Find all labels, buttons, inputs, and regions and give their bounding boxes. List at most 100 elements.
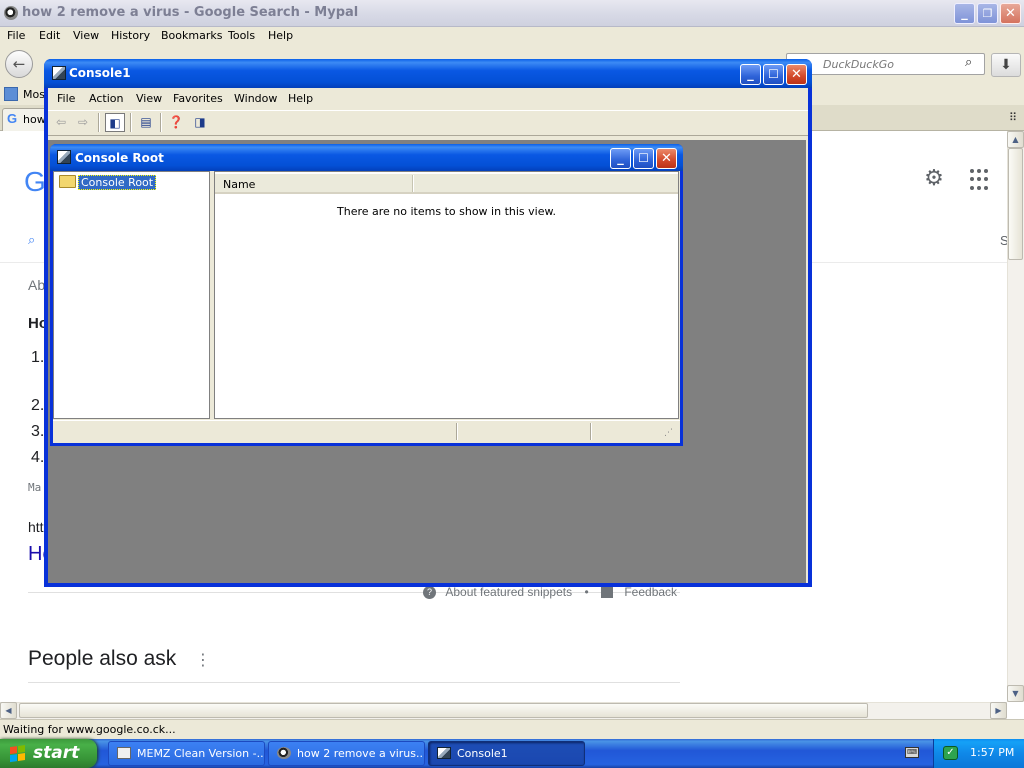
start-button[interactable]: start: [0, 739, 97, 768]
browser-menu-edit[interactable]: Edit: [39, 29, 60, 42]
console-root-title: Console Root: [75, 151, 164, 165]
mypal-app-icon: [4, 6, 18, 20]
browser-menu-history[interactable]: History: [111, 29, 150, 42]
list-number-4: 4.: [31, 449, 45, 466]
taskbar-button-console1[interactable]: Console1: [428, 741, 585, 766]
browser-menu-tools[interactable]: Tools: [228, 29, 255, 42]
console-root-status-bar: [53, 420, 680, 442]
toolbar-separator: [130, 113, 132, 132]
scroll-up-arrow-icon[interactable]: ▲: [1007, 131, 1024, 148]
column-name-header[interactable]: Name: [223, 178, 255, 191]
mypal-icon: [277, 747, 291, 759]
more-options-kebab-icon[interactable]: ⋮: [195, 650, 211, 669]
browser-restore-button[interactable]: ❐: [977, 3, 998, 24]
windows-flag-icon: [10, 745, 26, 763]
magnifier-icon[interactable]: ⌕: [965, 55, 972, 70]
people-also-ask-divider: [28, 682, 680, 683]
browser-window-title: how 2 remove a virus - Google Search - M…: [22, 5, 359, 20]
mmc-menu-window[interactable]: Window: [234, 92, 277, 105]
status-separator: [590, 423, 592, 440]
console1-maximize-button[interactable]: ☐: [763, 64, 784, 85]
start-label: start: [33, 743, 80, 763]
console1-title: Console1: [69, 66, 131, 80]
horizontal-scroll-thumb[interactable]: [19, 703, 868, 718]
list-number-1: 1.: [31, 349, 45, 366]
mmc-app-icon: [52, 66, 66, 80]
mmc-icon: [437, 747, 451, 759]
list-number-2: 2.: [31, 397, 45, 414]
console-root-maximize-button[interactable]: ☐: [633, 148, 654, 169]
console1-minimize-button[interactable]: _: [740, 64, 761, 85]
search-tab-fragment[interactable]: S: [1000, 233, 1007, 248]
console1-titlebar[interactable]: Console1: [44, 59, 812, 88]
console-root-close-button[interactable]: ✕: [656, 148, 677, 169]
browser-menu-bookmarks[interactable]: Bookmarks: [161, 29, 222, 42]
back-arrow-icon[interactable]: ←: [5, 50, 33, 78]
mmc-menu-view[interactable]: View: [136, 92, 162, 105]
list-number-3: 3.: [31, 423, 45, 440]
browser-menu-help[interactable]: Help: [268, 29, 293, 42]
bookmark-icon: [4, 87, 18, 101]
console-root-minimize-button[interactable]: _: [610, 148, 631, 169]
mmc-menu-action[interactable]: Action: [89, 92, 123, 105]
console-tree-pane[interactable]: [53, 171, 210, 419]
toolbar-separator: [160, 113, 162, 132]
column-divider[interactable]: [412, 175, 414, 192]
back-arrow-icon[interactable]: ⇦: [51, 113, 71, 132]
download-arrow-icon[interactable]: ⬇: [991, 53, 1021, 77]
taskbar-button-memz[interactable]: MEMZ Clean Version -...: [108, 741, 265, 766]
settings-gear-icon[interactable]: ⚙: [920, 166, 948, 194]
forward-arrow-icon[interactable]: ⇨: [73, 113, 93, 132]
search-input[interactable]: ◔ DuckDuckGo ⌕: [786, 53, 985, 75]
browser-menu-file[interactable]: File: [7, 29, 25, 42]
browser-status-bar: Waiting for www.google.co.ck...: [0, 719, 1024, 739]
console-root-titlebar[interactable]: Console Root: [50, 144, 683, 171]
tab-list-icon[interactable]: ⠿: [1009, 111, 1017, 124]
clock[interactable]: 1:57 PM: [970, 746, 1014, 759]
search-placeholder: DuckDuckGo: [823, 58, 894, 71]
status-separator: [456, 423, 458, 440]
keyboard-language-icon[interactable]: ⌨: [905, 747, 919, 758]
help-question-icon: ?: [423, 586, 436, 600]
console1-toolbar: [48, 110, 808, 136]
system-tray: ✓ 1:57 PM: [933, 739, 1024, 768]
console1-close-button[interactable]: ✕: [786, 64, 807, 85]
snippet-small-text-fragment: Ma: [28, 481, 42, 494]
list-column-header: [215, 174, 678, 194]
google-apps-icon[interactable]: [970, 169, 992, 191]
separator-bullet: •: [584, 585, 589, 599]
console-root-app-icon: [57, 150, 71, 164]
browser-minimize-button[interactable]: _: [954, 3, 975, 24]
export-list-icon[interactable]: ▤: [136, 113, 156, 132]
status-text: Waiting for www.google.co.ck...: [3, 723, 176, 736]
about-featured-snippets-link[interactable]: About featured snippets: [445, 585, 572, 599]
feedback-flag-icon: [601, 587, 613, 599]
mmc-menu-favorites[interactable]: Favorites: [173, 92, 223, 105]
result-stats-fragment: Ab: [28, 277, 46, 293]
browser-close-button[interactable]: ✕: [1000, 3, 1021, 24]
taskbar-button-browser[interactable]: how 2 remove a virus...: [268, 741, 425, 766]
people-also-ask-heading: People also ask: [28, 647, 177, 670]
console1-menubar: File Action View Favorites Window Help: [48, 88, 808, 109]
network-tray-icon[interactable]: ✓: [943, 746, 958, 760]
result-url-fragment[interactable]: htt: [28, 519, 44, 535]
feedback-link[interactable]: Feedback: [624, 585, 677, 599]
google-logo[interactable]: G: [24, 166, 46, 198]
show-hide-action-pane-icon[interactable]: ◨: [190, 113, 210, 132]
show-hide-tree-icon[interactable]: ◧: [105, 113, 125, 132]
mmc-menu-file[interactable]: File: [57, 92, 75, 105]
scroll-left-arrow-icon[interactable]: ◀: [0, 702, 17, 719]
mmc-menu-help[interactable]: Help: [288, 92, 313, 105]
folder-icon: [59, 175, 76, 188]
toolbar-separator: [98, 113, 100, 132]
notepad-icon: [117, 747, 131, 759]
tree-item-console-root[interactable]: Console Root: [78, 175, 157, 190]
browser-menu-view[interactable]: View: [73, 29, 99, 42]
scroll-down-arrow-icon[interactable]: ▼: [1007, 685, 1024, 702]
resize-grip-icon[interactable]: ⋰: [664, 428, 673, 438]
search-tab-magnifier-icon[interactable]: ⌕: [28, 233, 42, 248]
help-icon[interactable]: ❓: [166, 113, 186, 132]
vertical-scroll-thumb[interactable]: [1008, 148, 1023, 260]
scroll-right-arrow-icon[interactable]: ▶: [990, 702, 1007, 719]
featured-snippets-footer: ? About featured snippets • Feedback: [423, 585, 677, 600]
